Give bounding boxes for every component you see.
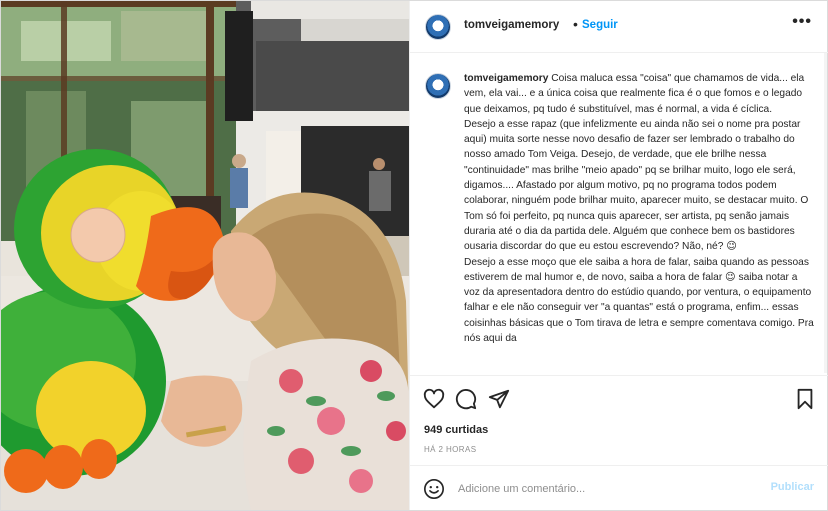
post-photo[interactable] [1,1,409,510]
comment-input[interactable] [456,478,760,500]
caption-body: Coisa maluca essa "coisa" que chamamos d… [464,73,814,345]
username-link[interactable]: tomveigamemory [464,19,559,31]
caption-avatar[interactable] [425,73,451,99]
ellipsis-icon[interactable]: ••• [792,13,812,31]
post-header: tomveigamemory • Seguir ••• [410,1,828,53]
instagram-post: tomveigamemory • Seguir ••• tomveigamemo… [0,0,828,511]
follow-button[interactable]: Seguir [582,19,618,31]
action-bar: 949 curtidas HÁ 2 HORAS [410,375,828,465]
speech-bubble-icon[interactable] [455,388,477,410]
post-side-panel: tomveigamemory • Seguir ••• tomveigamemo… [409,1,828,510]
separator-dot: • [573,16,578,32]
heart-icon[interactable] [423,388,445,410]
photo-illustration [1,1,409,510]
paper-plane-icon[interactable] [488,388,510,410]
avatar[interactable] [425,14,451,40]
caption-username-link[interactable]: tomveigamemory [464,73,548,84]
caption-text: tomveigamemory Coisa maluca essa "coisa"… [464,71,814,346]
caption-area: tomveigamemory Coisa maluca essa "coisa"… [410,53,828,375]
smiley-icon[interactable] [423,478,445,500]
post-timestamp[interactable]: HÁ 2 HORAS [424,445,476,454]
comment-bar: Publicar [410,465,828,510]
caption-scrollbar[interactable] [824,53,827,373]
likes-count[interactable]: 949 curtidas [424,424,488,436]
publish-button[interactable]: Publicar [771,481,814,493]
bookmark-icon[interactable] [794,388,816,410]
